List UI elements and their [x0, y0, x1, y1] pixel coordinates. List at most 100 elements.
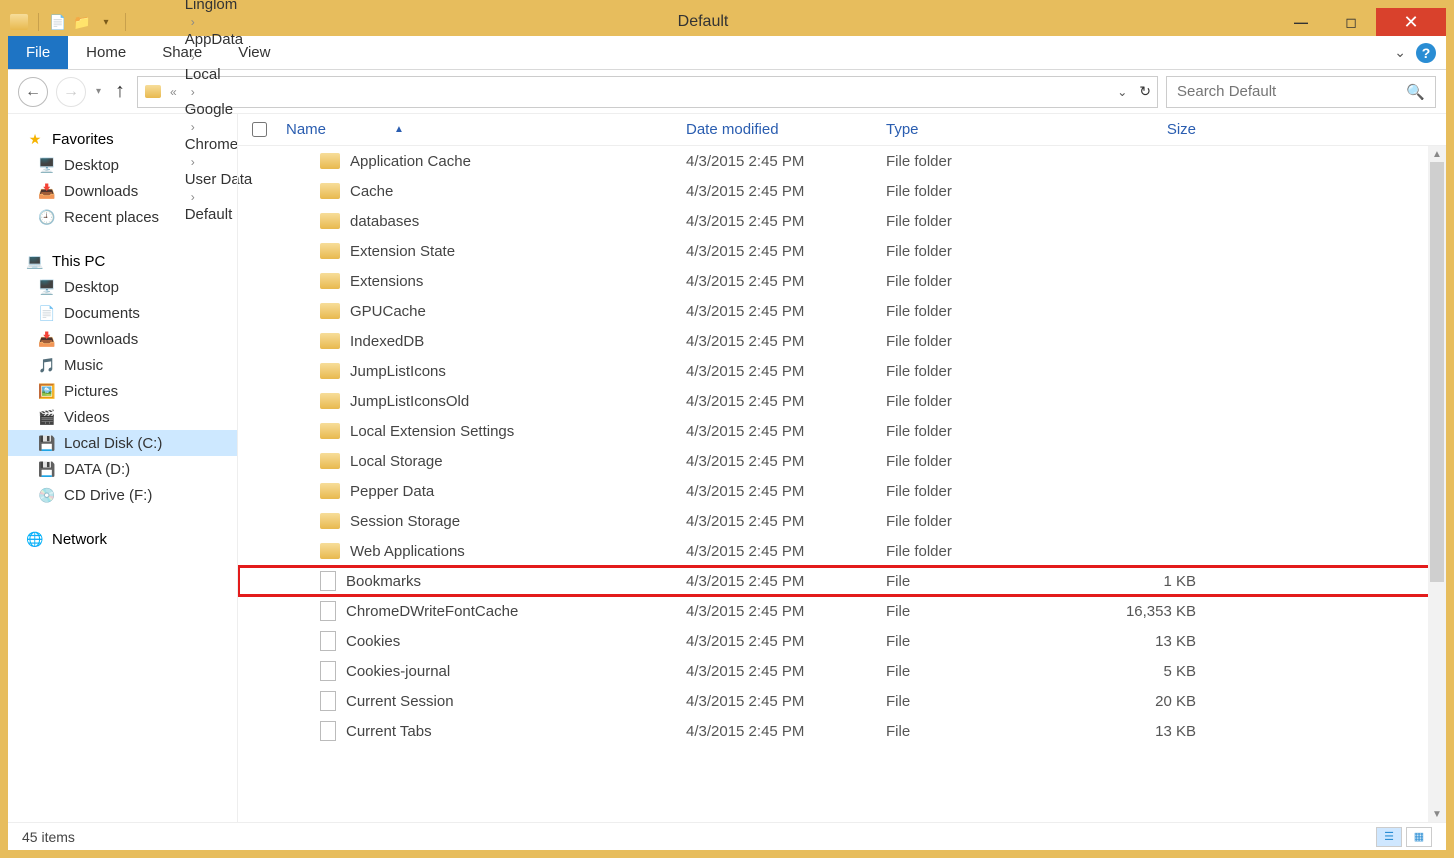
sidebar-item-label: Music — [64, 357, 103, 374]
close-button[interactable]: ✕ — [1376, 8, 1446, 36]
folder-icon — [320, 363, 340, 379]
sidebar-pc-downloads[interactable]: 📥Downloads — [8, 326, 237, 352]
file-row[interactable]: Cache4/3/2015 2:45 PMFile folder — [238, 176, 1446, 206]
sidebar-item-icon: 🖥️ — [38, 278, 56, 296]
address-bar[interactable]: « Users›Linglom›AppData›Local›Google›Chr… — [137, 76, 1158, 108]
navbar: ← → ▾ ↑ « Users›Linglom›AppData›Local›Go… — [8, 70, 1446, 114]
folder-icon — [320, 393, 340, 409]
sidebar-pc-cd-drive-f-[interactable]: 💿CD Drive (F:) — [8, 482, 237, 508]
crumb-separator-icon[interactable]: › — [191, 15, 195, 29]
sidebar-item-label: Documents — [64, 305, 140, 322]
file-row[interactable]: GPUCache4/3/2015 2:45 PMFile folder — [238, 296, 1446, 326]
search-input[interactable] — [1177, 83, 1377, 100]
scroll-up-icon[interactable]: ▲ — [1428, 146, 1446, 162]
column-size[interactable]: Size — [1086, 121, 1216, 138]
file-row[interactable]: Current Session4/3/2015 2:45 PMFile20 KB — [238, 686, 1446, 716]
forward-button[interactable]: → — [56, 77, 86, 107]
sidebar-fav-recent-places[interactable]: 🕘Recent places — [8, 204, 237, 230]
file-name: Cache — [350, 183, 393, 200]
file-row[interactable]: Bookmarks4/3/2015 2:45 PMFile1 KB — [238, 566, 1446, 596]
file-date: 4/3/2015 2:45 PM — [686, 363, 886, 380]
column-type[interactable]: Type — [886, 121, 1086, 138]
file-row[interactable]: Pepper Data4/3/2015 2:45 PMFile folder — [238, 476, 1446, 506]
file-name: Pepper Data — [350, 483, 434, 500]
sidebar-header-favorites[interactable]: ★ Favorites — [8, 126, 237, 152]
scroll-down-icon[interactable]: ▼ — [1428, 806, 1446, 822]
sidebar-pc-documents[interactable]: 📄Documents — [8, 300, 237, 326]
sidebar-pc-videos[interactable]: 🎬Videos — [8, 404, 237, 430]
file-row[interactable]: Application Cache4/3/2015 2:45 PMFile fo… — [238, 146, 1446, 176]
file-type: File folder — [886, 183, 1086, 200]
file-row[interactable]: Local Storage4/3/2015 2:45 PMFile folder — [238, 446, 1446, 476]
file-row[interactable]: JumpListIconsOld4/3/2015 2:45 PMFile fol… — [238, 386, 1446, 416]
folder-icon — [320, 543, 340, 559]
file-type: File folder — [886, 153, 1086, 170]
file-row[interactable]: Local Extension Settings4/3/2015 2:45 PM… — [238, 416, 1446, 446]
file-size: 13 KB — [1086, 633, 1216, 650]
file-row[interactable]: Extension State4/3/2015 2:45 PMFile fold… — [238, 236, 1446, 266]
view-icons-button[interactable]: ▦ — [1406, 827, 1432, 847]
folder-icon — [320, 423, 340, 439]
file-row[interactable]: ChromeDWriteFontCache4/3/2015 2:45 PMFil… — [238, 596, 1446, 626]
sidebar-pc-local-disk-c-[interactable]: 💾Local Disk (C:) — [8, 430, 237, 456]
crumb-linglom[interactable]: Linglom — [185, 0, 253, 13]
file-row[interactable]: IndexedDB4/3/2015 2:45 PMFile folder — [238, 326, 1446, 356]
ribbon-expand-icon[interactable]: ⌄ — [1394, 44, 1406, 61]
crumb-separator-icon[interactable]: › — [191, 50, 195, 64]
qat-newfolder-icon[interactable]: 📁 — [73, 13, 91, 31]
qat-properties-icon[interactable]: 📄 — [49, 13, 67, 31]
sidebar-fav-downloads[interactable]: 📥Downloads — [8, 178, 237, 204]
minimize-button[interactable]: — — [1276, 8, 1326, 36]
sidebar-pc-pictures[interactable]: 🖼️Pictures — [8, 378, 237, 404]
file-icon — [320, 631, 336, 651]
sidebar-pc-data-d-[interactable]: 💾DATA (D:) — [8, 456, 237, 482]
view-details-button[interactable]: ☰ — [1376, 827, 1402, 847]
file-type: File folder — [886, 363, 1086, 380]
sidebar-item-label: Desktop — [64, 279, 119, 296]
file-row[interactable]: Extensions4/3/2015 2:45 PMFile folder — [238, 266, 1446, 296]
select-all-checkbox[interactable] — [252, 122, 267, 137]
vertical-scrollbar[interactable]: ▲ ▼ — [1428, 146, 1446, 822]
file-type: File folder — [886, 513, 1086, 530]
sidebar-pc-music[interactable]: 🎵Music — [8, 352, 237, 378]
sidebar-header-thispc[interactable]: 💻 This PC — [8, 248, 237, 274]
crumb-ellipsis[interactable]: « — [170, 85, 177, 99]
crumb-local[interactable]: Local — [185, 66, 253, 83]
scrollbar-thumb[interactable] — [1430, 162, 1444, 582]
file-type: File — [886, 603, 1086, 620]
file-size: 5 KB — [1086, 663, 1216, 680]
file-type: File — [886, 663, 1086, 680]
sidebar-header-network[interactable]: 🌐 Network — [8, 526, 237, 552]
file-row[interactable]: Cookies-journal4/3/2015 2:45 PMFile5 KB — [238, 656, 1446, 686]
up-button[interactable]: ↑ — [111, 80, 129, 103]
help-icon[interactable]: ? — [1416, 43, 1436, 63]
file-date: 4/3/2015 2:45 PM — [686, 273, 886, 290]
crumb-separator-icon[interactable]: › — [191, 85, 195, 99]
file-row[interactable]: Cookies4/3/2015 2:45 PMFile13 KB — [238, 626, 1446, 656]
file-name: Local Extension Settings — [350, 423, 514, 440]
ribbon-tab-home[interactable]: Home — [68, 36, 144, 69]
qat-dropdown-icon[interactable]: ▾ — [97, 13, 115, 31]
back-button[interactable]: ← — [18, 77, 48, 107]
file-row[interactable]: Current Tabs4/3/2015 2:45 PMFile13 KB — [238, 716, 1446, 746]
recent-locations-icon[interactable]: ▾ — [94, 86, 103, 97]
ribbon-tab-file[interactable]: File — [8, 36, 68, 69]
column-date[interactable]: Date modified — [686, 121, 886, 138]
file-row[interactable]: Session Storage4/3/2015 2:45 PMFile fold… — [238, 506, 1446, 536]
file-size: 13 KB — [1086, 723, 1216, 740]
address-dropdown-icon[interactable]: ⌄ — [1117, 85, 1127, 99]
address-folder-icon — [144, 83, 162, 101]
file-list[interactable]: Application Cache4/3/2015 2:45 PMFile fo… — [238, 146, 1446, 822]
search-box[interactable]: 🔍 — [1166, 76, 1436, 108]
refresh-icon[interactable]: ↻ — [1139, 83, 1151, 100]
file-row[interactable]: databases4/3/2015 2:45 PMFile folder — [238, 206, 1446, 236]
column-name[interactable]: Name — [286, 121, 326, 138]
sidebar-pc-desktop[interactable]: 🖥️ Desktop — [8, 274, 237, 300]
star-icon: ★ — [26, 130, 44, 148]
search-icon[interactable]: 🔍 — [1406, 83, 1425, 101]
file-row[interactable]: JumpListIcons4/3/2015 2:45 PMFile folder — [238, 356, 1446, 386]
crumb-appdata[interactable]: AppData — [185, 31, 253, 48]
file-row[interactable]: Web Applications4/3/2015 2:45 PMFile fol… — [238, 536, 1446, 566]
sidebar-fav-desktop[interactable]: 🖥️Desktop — [8, 152, 237, 178]
maximize-button[interactable]: ◻ — [1326, 8, 1376, 36]
